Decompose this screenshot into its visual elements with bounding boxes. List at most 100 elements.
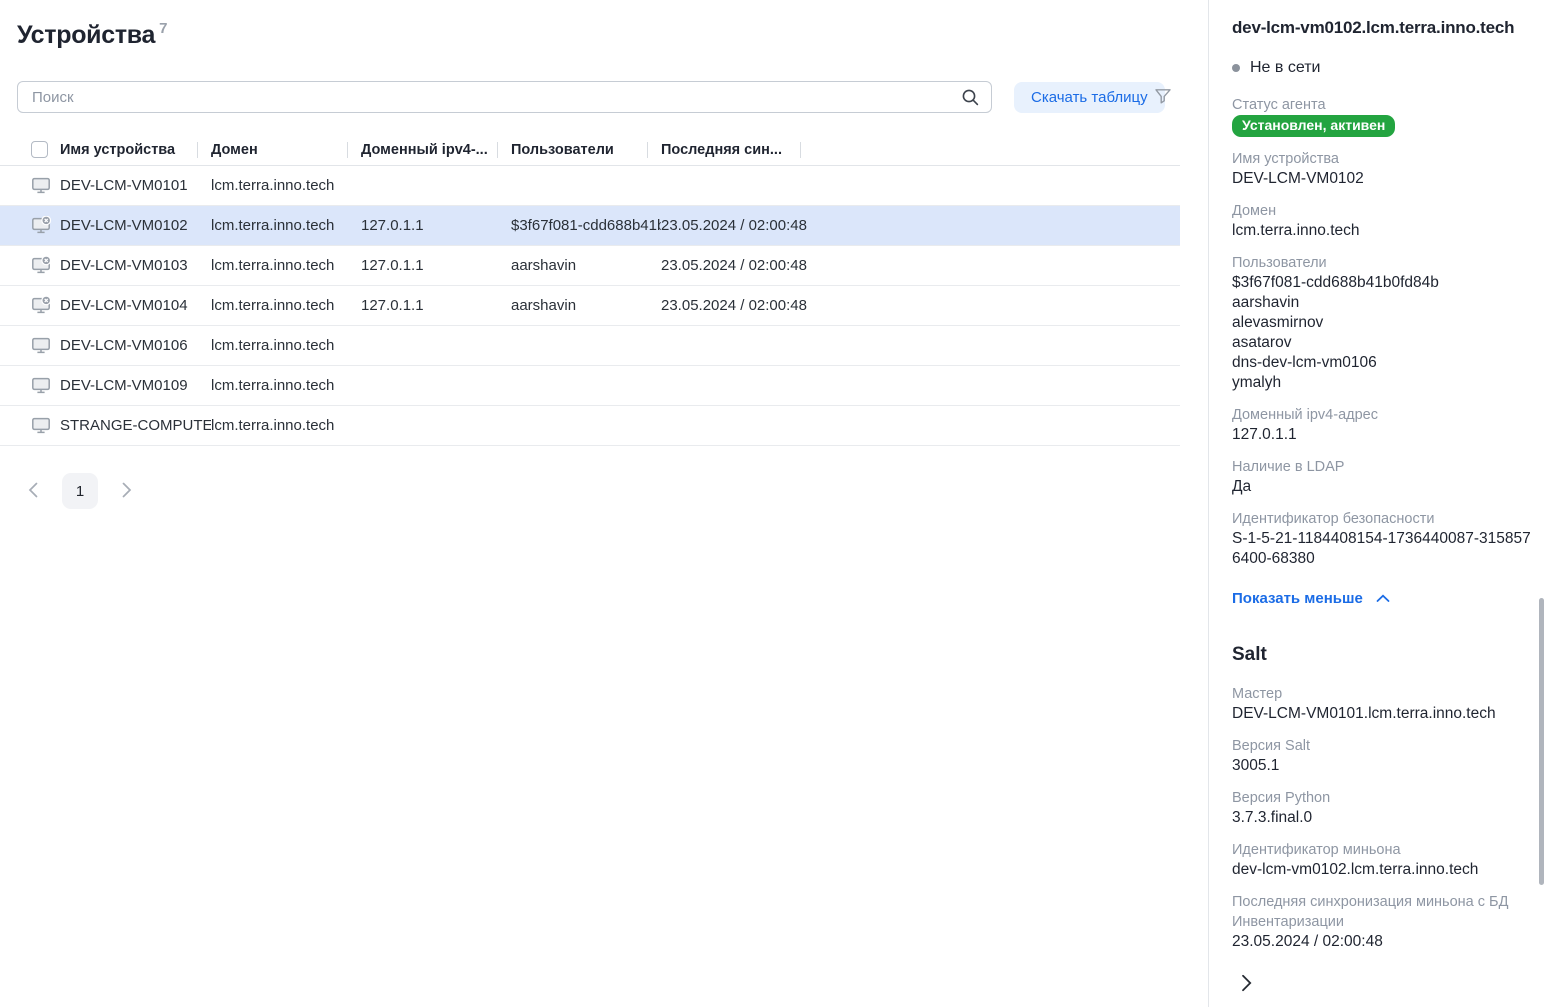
cell-ipv4: 127.0.1.1 (361, 257, 511, 274)
search-input[interactable] (30, 88, 954, 107)
user-item: $3f67f081-cdd688b41b0fd84b (1232, 273, 1535, 293)
field-label: Пользователи (1232, 253, 1535, 273)
field-salt-version: Версия Salt 3005.1 (1232, 736, 1535, 776)
expand-panel-button[interactable] (1241, 974, 1252, 995)
header-checkbox-cell (31, 141, 60, 158)
field-value: dev-lcm-vm0102.lcm.terra.inno.tech (1232, 860, 1535, 880)
header-ipv4[interactable]: Доменный ipv4-... (361, 142, 511, 158)
device-monitor-icon (31, 416, 60, 435)
field-label: Мастер (1232, 684, 1535, 704)
header-device-name[interactable]: Имя устройства (60, 142, 211, 158)
device-monitor-icon (31, 376, 60, 395)
field-device-name: Имя устройства DEV-LCM-VM0102 (1232, 149, 1535, 189)
page-number-button[interactable]: 1 (62, 473, 98, 509)
cell-domain: lcm.terra.inno.tech (211, 257, 361, 274)
chevron-right-icon (1241, 974, 1252, 995)
cell-ipv4: 127.0.1.1 (361, 297, 511, 314)
field-value: lcm.terra.inno.tech (1232, 221, 1535, 241)
device-count-badge: 7 (159, 20, 167, 37)
cell-ipv4: 127.0.1.1 (361, 217, 511, 234)
filter-button[interactable] (1154, 88, 1172, 108)
table-header-row: Имя устройства Домен Доменный ipv4-... П… (0, 134, 1180, 166)
cell-device-name: DEV-LCM-VM0102 (60, 217, 211, 234)
field-security-id: Идентификатор безопасности S-1-5-21-1184… (1232, 509, 1535, 569)
device-monitor-icon (31, 176, 60, 195)
network-status-label: Не в сети (1250, 59, 1320, 77)
search-bar[interactable] (17, 81, 992, 113)
field-value: 3.7.3.final.0 (1232, 808, 1535, 828)
field-ldap: Наличие в LDAP Да (1232, 457, 1535, 497)
field-users: Пользователи $3f67f081-cdd688b41b0fd84b … (1232, 253, 1535, 393)
device-monitor-icon (31, 336, 60, 355)
field-ipv4: Доменный ipv4-адрес 127.0.1.1 (1232, 405, 1535, 445)
chevron-left-icon (28, 482, 38, 501)
cell-domain: lcm.terra.inno.tech (211, 217, 361, 234)
next-page-button[interactable] (122, 482, 132, 501)
field-python-version: Версия Python 3.7.3.final.0 (1232, 788, 1535, 828)
field-agent-status: Статус агента Установлен, активен (1232, 95, 1535, 137)
details-title: dev-lcm-vm0102.lcm.terra.inno.tech (1232, 18, 1535, 38)
table-row[interactable]: DEV-LCM-VM0109 lcm.terra.inno.tech (0, 366, 1180, 406)
cell-domain: lcm.terra.inno.tech (211, 177, 361, 194)
agent-status-badge: Установлен, активен (1232, 115, 1395, 137)
table-row[interactable]: DEV-LCM-VM0104 lcm.terra.inno.tech 127.0… (0, 286, 1180, 326)
user-item: asatarov (1232, 333, 1535, 353)
offline-status-dot-icon (1232, 64, 1240, 72)
cell-domain: lcm.terra.inno.tech (211, 297, 361, 314)
field-label: Домен (1232, 201, 1535, 221)
cell-last-sync: 23.05.2024 / 02:00:48 (661, 217, 814, 234)
cell-domain: lcm.terra.inno.tech (211, 337, 361, 354)
user-item: aarshavin (1232, 293, 1535, 313)
device-details-panel: dev-lcm-vm0102.lcm.terra.inno.tech Не в … (1208, 0, 1557, 1007)
show-less-link[interactable]: Показать меньше (1232, 590, 1390, 607)
chevron-right-icon (122, 482, 132, 501)
download-table-button[interactable]: Скачать таблицу (1014, 82, 1165, 113)
devices-page: Устройства7 Скачать таблицу Имя устройст… (0, 0, 1208, 1007)
cell-device-name: STRANGE-COMPUTER (60, 417, 211, 434)
device-monitor-offline-icon (31, 256, 60, 275)
field-label: Версия Salt (1232, 736, 1535, 756)
field-value: 23.05.2024 / 02:00:48 (1232, 932, 1535, 952)
table-row[interactable]: DEV-LCM-VM0103 lcm.terra.inno.tech 127.0… (0, 246, 1180, 286)
table-row[interactable]: STRANGE-COMPUTER lcm.terra.inno.tech (0, 406, 1180, 446)
cell-device-name: DEV-LCM-VM0109 (60, 377, 211, 394)
search-icon[interactable] (962, 89, 979, 106)
page-header: Устройства7 (17, 20, 167, 50)
header-users[interactable]: Пользователи (511, 142, 661, 158)
sidebar-scrollbar[interactable] (1539, 598, 1544, 885)
select-all-checkbox[interactable] (31, 141, 48, 158)
funnel-icon (1154, 88, 1172, 108)
devices-table: Имя устройства Домен Доменный ipv4-... П… (0, 134, 1180, 446)
table-row[interactable]: DEV-LCM-VM0106 lcm.terra.inno.tech (0, 326, 1180, 366)
cell-device-name: DEV-LCM-VM0103 (60, 257, 211, 274)
table-row-selected[interactable]: DEV-LCM-VM0102 lcm.terra.inno.tech 127.0… (0, 206, 1180, 246)
user-item: ymalyh (1232, 373, 1535, 393)
cell-device-name: DEV-LCM-VM0104 (60, 297, 211, 314)
chevron-up-icon (1376, 590, 1390, 607)
field-value: Да (1232, 477, 1535, 497)
header-last-sync[interactable]: Последняя син... (661, 142, 814, 158)
field-value: DEV-LCM-VM0101.lcm.terra.inno.tech (1232, 704, 1535, 724)
field-label: Имя устройства (1232, 149, 1535, 169)
field-label: Идентификатор безопасности (1232, 509, 1535, 529)
show-less-label: Показать меньше (1232, 590, 1363, 607)
table-row[interactable]: DEV-LCM-VM0101 lcm.terra.inno.tech (0, 166, 1180, 206)
header-domain[interactable]: Домен (211, 142, 361, 158)
cell-domain: lcm.terra.inno.tech (211, 377, 361, 394)
cell-domain: lcm.terra.inno.tech (211, 417, 361, 434)
field-label: Последняя синхронизация миньона с БД Инв… (1232, 892, 1535, 932)
device-monitor-offline-icon (31, 296, 60, 315)
user-item: dns-dev-lcm-vm0106 (1232, 353, 1535, 373)
pagination: 1 (28, 473, 132, 509)
field-value: DEV-LCM-VM0102 (1232, 169, 1535, 189)
field-domain: Домен lcm.terra.inno.tech (1232, 201, 1535, 241)
user-item: alevasmirnov (1232, 313, 1535, 333)
field-value: S-1-5-21-1184408154-1736440087-315857640… (1232, 529, 1535, 569)
cell-users: $3f67f081-cdd688b41b0fd84b (511, 217, 661, 234)
field-value: 3005.1 (1232, 756, 1535, 776)
device-monitor-offline-icon (31, 216, 60, 235)
network-status: Не в сети (1232, 59, 1535, 77)
prev-page-button[interactable] (28, 482, 38, 501)
field-label: Идентификатор миньона (1232, 840, 1535, 860)
field-value: 127.0.1.1 (1232, 425, 1535, 445)
